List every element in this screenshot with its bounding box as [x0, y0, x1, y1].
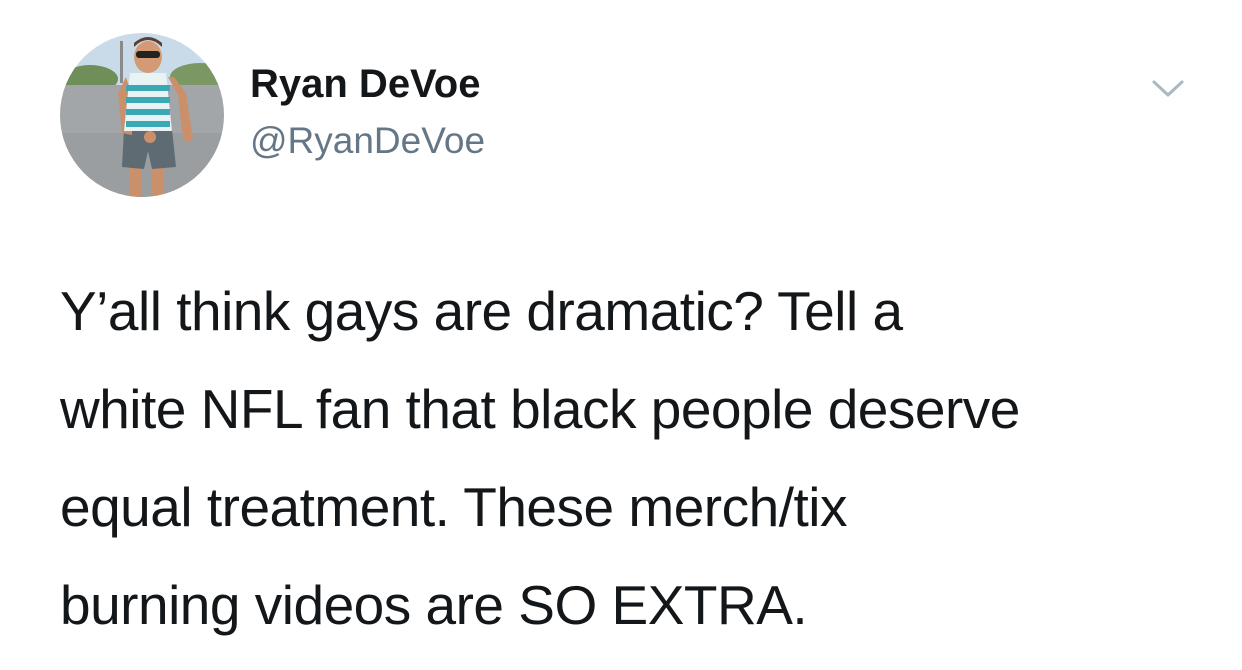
tweet-text-line: burning videos are SO EXTRA. [60, 574, 808, 636]
avatar[interactable] [60, 33, 224, 197]
tweet-text-line: white NFL fan that black people deserve [60, 378, 1020, 440]
chevron-down-icon[interactable] [1148, 72, 1188, 104]
display-name[interactable]: Ryan DeVoe [250, 58, 480, 110]
user-handle[interactable]: @RyanDeVoe [250, 117, 485, 165]
tweet: Ryan DeVoe @RyanDeVoe Y’all think gays a… [0, 0, 1242, 670]
profile-photo [60, 33, 224, 197]
tweet-text-line: equal treatment. These merch/tix [60, 476, 847, 538]
tweet-text: Y’all think gays are dramatic? Tell a wh… [60, 262, 1220, 654]
tweet-text-line: Y’all think gays are dramatic? Tell a [60, 280, 903, 342]
